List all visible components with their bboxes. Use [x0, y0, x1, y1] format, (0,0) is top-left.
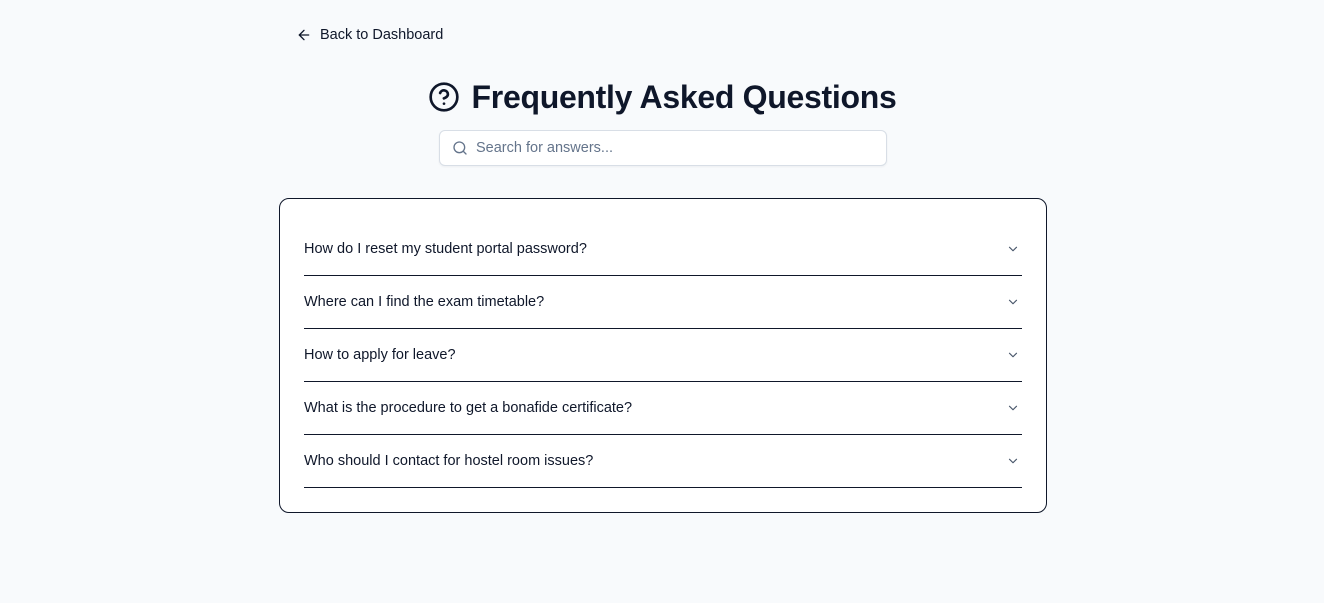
- faq-item[interactable]: What is the procedure to get a bonafide …: [304, 382, 1022, 435]
- faq-question: What is the procedure to get a bonafide …: [304, 400, 633, 416]
- chevron-down-icon: [1008, 458, 1018, 464]
- faq-accordion: How do I reset my student portal passwor…: [279, 198, 1047, 513]
- back-to-dashboard-link[interactable]: Back to Dashboard: [296, 25, 443, 45]
- faq-item[interactable]: How do I reset my student portal passwor…: [304, 223, 1022, 276]
- back-link-label: Back to Dashboard: [320, 27, 444, 43]
- faq-question: Where can I find the exam timetable?: [304, 294, 545, 310]
- faq-item[interactable]: Who should I contact for hostel room iss…: [304, 435, 1022, 488]
- faq-question: How do I reset my student portal passwor…: [304, 241, 587, 257]
- faq-question: How to apply for leave?: [304, 347, 456, 363]
- search-icon: [453, 141, 467, 155]
- search-box: [439, 130, 887, 166]
- chevron-down-icon: [1008, 299, 1018, 305]
- faq-item[interactable]: How to apply for leave?: [304, 329, 1022, 382]
- arrow-left-icon: [298, 29, 310, 41]
- chevron-down-icon: [1008, 246, 1018, 252]
- help-circle-icon: [428, 82, 459, 112]
- search-input[interactable]: [476, 140, 876, 156]
- chevron-down-icon: [1008, 405, 1018, 411]
- chevron-down-icon: [1008, 352, 1018, 358]
- faq-item[interactable]: Where can I find the exam timetable?: [304, 276, 1022, 329]
- page-title: Frequently Asked Questions: [471, 79, 897, 115]
- page-header: Frequently Asked Questions: [0, 78, 1324, 116]
- faq-question: Who should I contact for hostel room iss…: [304, 453, 594, 469]
